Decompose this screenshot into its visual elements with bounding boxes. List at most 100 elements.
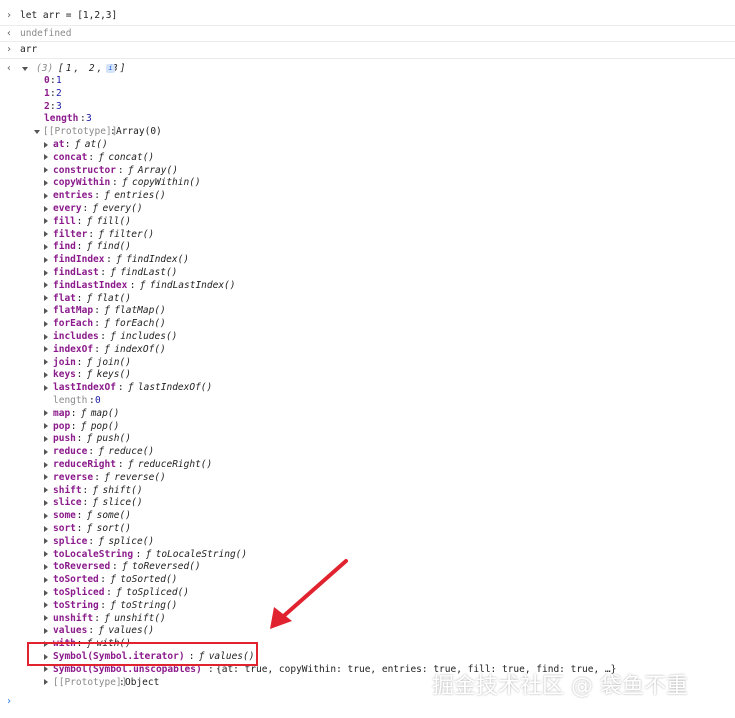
expand-toggle[interactable] [44,344,52,356]
method-signature: findLast() [120,267,178,278]
method-signature: every() [102,203,143,214]
expand-toggle[interactable] [44,267,52,279]
expand-toggle[interactable] [44,305,52,317]
expand-toggle[interactable] [44,139,52,151]
colon: : [106,254,112,266]
function-icon: ƒ [80,420,87,432]
expand-toggle[interactable] [44,459,52,471]
object-prototype-key: [[Prototype]] [53,676,128,688]
expand-toggle[interactable] [44,357,52,369]
expand-toggle[interactable] [44,318,52,330]
method-signature: indexOf() [114,343,166,355]
method-signature: keys() [96,369,131,381]
expand-toggle[interactable] [44,549,52,561]
method-signature: values() [108,625,155,637]
info-icon[interactable]: i [106,64,115,73]
expand-toggle[interactable] [44,254,52,266]
colon: : [82,484,89,496]
function-icon: ƒ [86,510,93,522]
expand-toggle[interactable] [44,587,52,599]
expand-toggle[interactable] [44,190,52,202]
input-prompt-icon: › [6,10,13,21]
triangle-right-icon [44,192,48,199]
method-signature: map() [90,407,120,419]
object-prototype-value: Object [125,676,160,688]
function-icon: ƒ [104,318,111,330]
divider [0,41,735,42]
console-prompt-icon[interactable]: › [6,696,12,707]
expand-toggle[interactable] [44,485,52,497]
function-icon: ƒ [104,343,111,355]
expand-toggle[interactable] [44,165,52,177]
method-signature: slice() [102,497,143,509]
expand-toggle[interactable] [44,561,52,573]
triangle-right-icon [44,474,48,481]
triangle-right-icon [44,563,48,570]
expand-toggle[interactable] [44,280,52,292]
method-signature: reverse() [114,471,166,483]
function-icon: ƒ [127,459,134,470]
triangle-right-icon [44,282,48,289]
method-name: findLast [53,267,99,278]
function-icon: ƒ [127,164,134,176]
method-signature: Array() [137,164,178,176]
console-input-text: let arr = [1,2,3] [20,10,118,21]
triangle-right-icon [44,423,48,430]
entry-value: 2 [56,87,62,99]
method-signature: shift() [102,484,143,496]
method-name: pop [53,420,71,432]
method-name: sort [53,523,76,534]
method-name: findLastIndex [53,279,128,291]
expand-toggle[interactable] [44,574,52,586]
expand-toggle[interactable] [44,152,52,164]
expand-toggle[interactable] [44,331,52,343]
expand-toggle[interactable] [44,293,52,305]
colon: : [94,471,101,483]
expand-toggle[interactable] [44,510,52,522]
prototype-key: [[Prototype]] [43,126,118,138]
expand-toggle[interactable] [44,408,52,420]
expand-toggle[interactable] [44,229,52,241]
triangle-right-icon [44,167,48,174]
expand-toggle[interactable] [44,382,52,394]
expand-toggle[interactable] [44,369,52,381]
expand-toggle[interactable] [44,472,52,484]
input-prompt-icon: › [6,44,13,55]
expand-toggle[interactable] [44,421,52,433]
method-name: every [53,203,82,214]
colon: : [70,420,77,432]
triangle-right-icon [44,295,48,302]
expand-toggle[interactable] [44,536,52,548]
expand-toggle[interactable] [44,203,52,215]
method-name: flatMap [53,305,94,317]
method-name: toSorted [53,574,99,586]
expand-toggle[interactable] [22,63,32,75]
expand-toggle[interactable] [44,677,52,689]
expand-toggle[interactable] [44,613,52,625]
expand-toggle[interactable] [44,600,52,612]
colon: : [50,75,56,86]
triangle-right-icon [44,384,48,391]
expand-toggle[interactable] [44,216,52,228]
triangle-right-icon [44,499,48,506]
function-icon: ƒ [86,241,93,253]
function-icon: ƒ [92,203,99,214]
expand-toggle[interactable] [44,433,52,445]
highlight-box [27,642,258,666]
method-signature: toString() [120,599,178,611]
expand-toggle[interactable] [44,497,52,509]
method-signature: flatMap() [114,305,166,317]
expand-toggle[interactable] [44,523,52,535]
expand-toggle[interactable] [44,241,52,253]
expand-toggle[interactable] [44,446,52,458]
expand-toggle[interactable] [44,625,52,637]
triangle-right-icon [44,359,48,366]
entry-value: 1 [56,75,62,86]
colon: : [82,203,89,214]
expand-toggle[interactable] [44,177,52,189]
colon: : [76,292,83,304]
function-icon: ƒ [98,228,105,240]
colon: : [117,459,124,470]
colon: : [100,331,106,342]
divider [0,25,735,26]
